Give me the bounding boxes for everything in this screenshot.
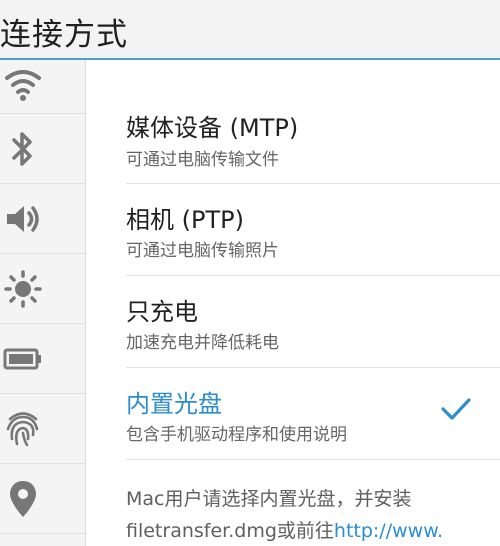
option-builtin-cd[interactable]: 内置光盘 包含手机驱动程序和使用说明	[86, 368, 500, 459]
sidebar-item-brightness[interactable]	[0, 254, 85, 324]
option-charge-only-title: 只充电	[126, 298, 198, 326]
checkmark-icon	[440, 396, 472, 426]
location-icon	[7, 479, 39, 519]
divider	[126, 459, 500, 460]
sidebar-item-battery[interactable]	[0, 324, 85, 394]
option-mtp-subtitle: 可通过电脑传输文件	[126, 150, 279, 170]
page-title: 连接方式	[0, 17, 128, 53]
sidebar-item-bluetooth[interactable]	[0, 114, 85, 184]
header-bar: 连接方式	[0, 0, 500, 60]
usb-connection-screen: 连接方式 媒体设备 (MTP) 可通过电脑传输文件 相机 (PTP) 可通过电脑…	[0, 0, 500, 546]
info-link[interactable]: http://www.	[334, 520, 443, 542]
option-ptp[interactable]: 相机 (PTP) 可通过电脑传输照片	[86, 184, 500, 275]
bluetooth-icon	[8, 129, 38, 169]
option-builtin-cd-subtitle: 包含手机驱动程序和使用说明	[126, 425, 347, 445]
option-ptp-subtitle: 可通过电脑传输照片	[126, 241, 279, 261]
battery-icon	[3, 347, 43, 371]
option-mtp-title: 媒体设备 (MTP)	[126, 114, 299, 142]
option-mtp[interactable]: 媒体设备 (MTP) 可通过电脑传输文件	[86, 90, 500, 184]
wifi-icon	[3, 69, 43, 104]
sidebar-item-fingerprint[interactable]	[0, 394, 85, 464]
sidebar-item-wifi[interactable]	[0, 60, 85, 114]
info-line-2: filetransfer.dmg或前往http://www.	[126, 516, 443, 543]
info-line-1: Mac用户请选择内置光盘，并安装	[126, 488, 412, 510]
sidebar-item-location[interactable]	[0, 464, 85, 534]
brightness-icon	[3, 269, 43, 309]
connection-options: 媒体设备 (MTP) 可通过电脑传输文件 相机 (PTP) 可通过电脑传输照片 …	[86, 60, 500, 546]
sidebar-item-volume[interactable]	[0, 184, 85, 254]
quick-settings-sidebar	[0, 60, 86, 546]
option-charge-only[interactable]: 只充电 加速充电并降低耗电	[86, 276, 500, 367]
fingerprint-icon	[4, 409, 42, 449]
info-line-2-text: filetransfer.dmg或前往	[126, 520, 334, 542]
volume-icon	[4, 202, 42, 236]
option-builtin-cd-title: 内置光盘	[126, 390, 222, 418]
option-ptp-title: 相机 (PTP)	[126, 206, 244, 234]
option-charge-only-subtitle: 加速充电并降低耗电	[126, 333, 279, 353]
